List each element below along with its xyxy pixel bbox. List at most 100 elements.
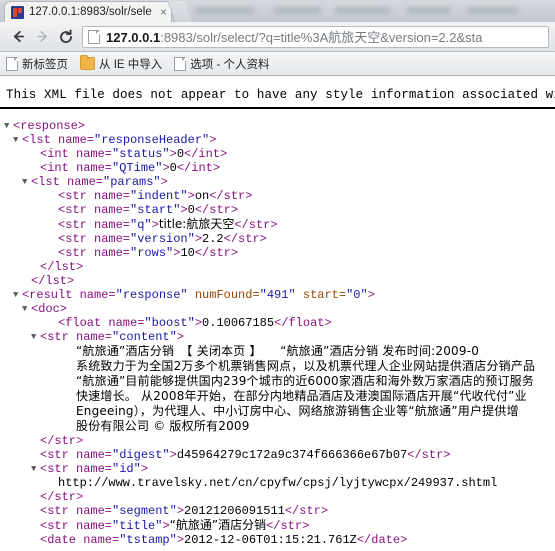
tag-str: <str name= xyxy=(58,218,131,232)
attr-value-name: "version" xyxy=(130,232,195,246)
tag-gt: > xyxy=(176,533,185,547)
tag-close: </str> xyxy=(40,490,84,504)
xml-tree: ▼ <response> ▼ <lst name="responseHeader">… xyxy=(0,109,555,547)
url-path: :8983/solr/select/?q=title%3A航旅天空&versio… xyxy=(160,30,483,45)
xml-line-tstamp: ·<date name="tstamp">2012-12-06T01:15:21… xyxy=(4,533,555,547)
attr-start: start= xyxy=(295,288,347,302)
tag-str: <str name= xyxy=(40,448,113,462)
attr-value-name: "response" xyxy=(115,288,188,302)
attr-value-name: "QTime" xyxy=(112,161,163,175)
tag-gt: > xyxy=(162,161,170,175)
content-text-line: “航旅通”目前能够提供国内239个城市的近6000家酒店和海外数万家酒店的预订服… xyxy=(4,374,555,389)
attr-value-name: "title" xyxy=(112,519,163,533)
tag-str: <str name= xyxy=(40,330,113,344)
tag-str: <str name= xyxy=(58,189,131,203)
xml-line-version: ·<str name="version">2.2</str> xyxy=(4,232,555,246)
xml-line-rows: ·<str name="rows">10</str> xyxy=(4,246,555,260)
content-text-line: 系统致力于为全国2万多个机票销售网点，以及机票代理人企业网站提供酒店分销产品 xyxy=(4,359,555,374)
attr-value-name: "start" xyxy=(130,203,181,217)
tag-result: <result name= xyxy=(22,288,116,302)
bookmark-label: 新标签页 xyxy=(22,58,68,71)
collapse-triangle-icon[interactable]: ▼ xyxy=(13,133,22,147)
tag-close: </int> xyxy=(184,147,228,161)
node-value: http://www.travelsky.net/cn/cpyfw/cpsj/l… xyxy=(58,476,498,490)
tag-float: <float name= xyxy=(58,316,145,330)
close-icon[interactable]: × xyxy=(158,6,167,18)
tag-str: <str name= xyxy=(58,246,131,260)
tag-gt: > xyxy=(176,330,185,344)
attr-value-name: "rows" xyxy=(130,246,174,260)
tag-gt: > xyxy=(162,519,170,533)
address-bar[interactable]: 127.0.0.1:8983/solr/select/?q=title%3A航旅… xyxy=(82,25,549,48)
page-icon xyxy=(88,29,100,44)
reload-button[interactable] xyxy=(54,25,78,49)
content-text-line: 股份有限公司 © 版权所有2009 xyxy=(4,419,555,434)
tag-close: </str> xyxy=(209,189,253,203)
tag-lst: <lst name= xyxy=(22,133,95,147)
tag-str: <str name= xyxy=(40,519,113,533)
tag-gt: > xyxy=(187,189,195,203)
node-value: title:航旅天空 xyxy=(158,217,235,231)
tag-int: <int name= xyxy=(40,147,113,161)
solr-favicon xyxy=(11,5,24,19)
xml-line-doc: ▼ <doc> xyxy=(4,302,555,316)
content-text: 快速增长。 从2008年开始，在部分内地精品酒店及港澳国际酒店开展“代收代付”业 xyxy=(76,389,527,403)
browser-chrome: 127.0.0.1:8983/solr/sele × 127.0.0.1:898… xyxy=(0,0,555,76)
content-text-line: 快速增长。 从2008年开始，在部分内地精品酒店及港澳国际酒店开展“代收代付”业 xyxy=(4,389,555,404)
xml-line-indent: ·<str name="indent">on</str> xyxy=(4,189,555,203)
url-host: 127.0.0.1 xyxy=(106,30,161,45)
bookmarks-bar: 新标签页 从 IE 中导入 选项 - 个人资料 xyxy=(0,52,555,76)
tag-close: </str> xyxy=(223,232,267,246)
xml-line-qtime: ·<int name="QTime">0</int> xyxy=(4,161,555,175)
xml-line-id-value: http://www.travelsky.net/cn/cpyfw/cpsj/l… xyxy=(4,476,555,490)
node-value: 20121206091511 xyxy=(184,504,285,518)
xml-line-boost: ·<float name="boost">0.10067185</float> xyxy=(4,316,555,330)
tag-close: </lst> xyxy=(40,260,84,274)
tag-gt: > xyxy=(160,175,168,189)
xml-line-response: ▼ <response> xyxy=(4,119,555,133)
tag-str: <str name= xyxy=(58,203,131,217)
tag-close: </str> xyxy=(266,519,310,533)
xml-line-id-open: ▼ <str name="id"> xyxy=(4,462,555,476)
bookmark-import-from-ie[interactable]: 从 IE 中导入 xyxy=(80,55,162,72)
content-text: Engeeing），为代理人、中小订房中心、网络旅游销售企业等“航旅通”用户提供… xyxy=(76,404,519,418)
xml-line-content-close: ·</str> xyxy=(4,434,555,448)
attr-value-name: "segment" xyxy=(112,504,177,518)
attr-value-name: "boost" xyxy=(144,316,195,330)
tag-str: <str name= xyxy=(40,462,113,476)
background-tabs xyxy=(195,0,555,22)
xml-viewer: This XML file does not appear to have an… xyxy=(0,78,555,551)
tag-gt: > xyxy=(209,133,217,147)
collapse-triangle-icon[interactable]: ▼ xyxy=(22,302,31,316)
back-button[interactable] xyxy=(6,25,30,49)
tag-gt: > xyxy=(194,316,203,330)
collapse-triangle-icon[interactable]: ▼ xyxy=(13,288,22,302)
node-value: 0.10067185 xyxy=(202,316,275,330)
address-bar-text: 127.0.0.1:8983/solr/select/?q=title%3A航旅… xyxy=(106,27,483,46)
node-value: “航旅通”酒店分销 xyxy=(169,518,267,532)
content-text: “航旅通”酒店分销 【 关闭本页 】 “航旅通”酒店分销 发布时间:2009-0 xyxy=(76,344,480,358)
tag-close: </str> xyxy=(40,434,84,448)
page-icon xyxy=(6,56,18,71)
tag-gt: > xyxy=(151,218,159,232)
content-text-line: Engeeing），为代理人、中小订房中心、网络旅游销售企业等“航旅通”用户提供… xyxy=(4,404,555,419)
collapse-triangle-icon[interactable]: ▼ xyxy=(31,462,40,476)
tag-close: </str> xyxy=(407,448,451,462)
forward-button xyxy=(30,25,54,49)
attr-numfound: numFound= xyxy=(187,288,260,302)
browser-tab[interactable]: 127.0.0.1:8983/solr/sele × xyxy=(4,1,172,22)
bookmark-options-profile[interactable]: 选项 - 个人资料 xyxy=(174,56,270,72)
collapse-triangle-icon[interactable]: ▼ xyxy=(31,330,40,344)
bookmark-new-tab[interactable]: 新标签页 xyxy=(6,56,68,72)
page-icon xyxy=(174,56,187,71)
collapse-triangle-icon[interactable]: ▼ xyxy=(22,175,31,189)
xml-line-start: ·<str name="start">0</str> xyxy=(4,203,555,217)
navigation-toolbar: 127.0.0.1:8983/solr/select/?q=title%3A航旅… xyxy=(0,22,555,52)
node-value: 0 xyxy=(169,161,177,175)
collapse-triangle-icon[interactable]: ▼ xyxy=(4,119,13,133)
tag-close: </float> xyxy=(274,316,332,330)
tag-response: <response> xyxy=(13,119,86,133)
content-text: “航旅通”目前能够提供国内239个城市的近6000家酒店和海外数万家酒店的预订服… xyxy=(76,374,535,388)
attr-value-name: "responseHeader" xyxy=(94,133,210,147)
tag-gt: > xyxy=(194,232,203,246)
